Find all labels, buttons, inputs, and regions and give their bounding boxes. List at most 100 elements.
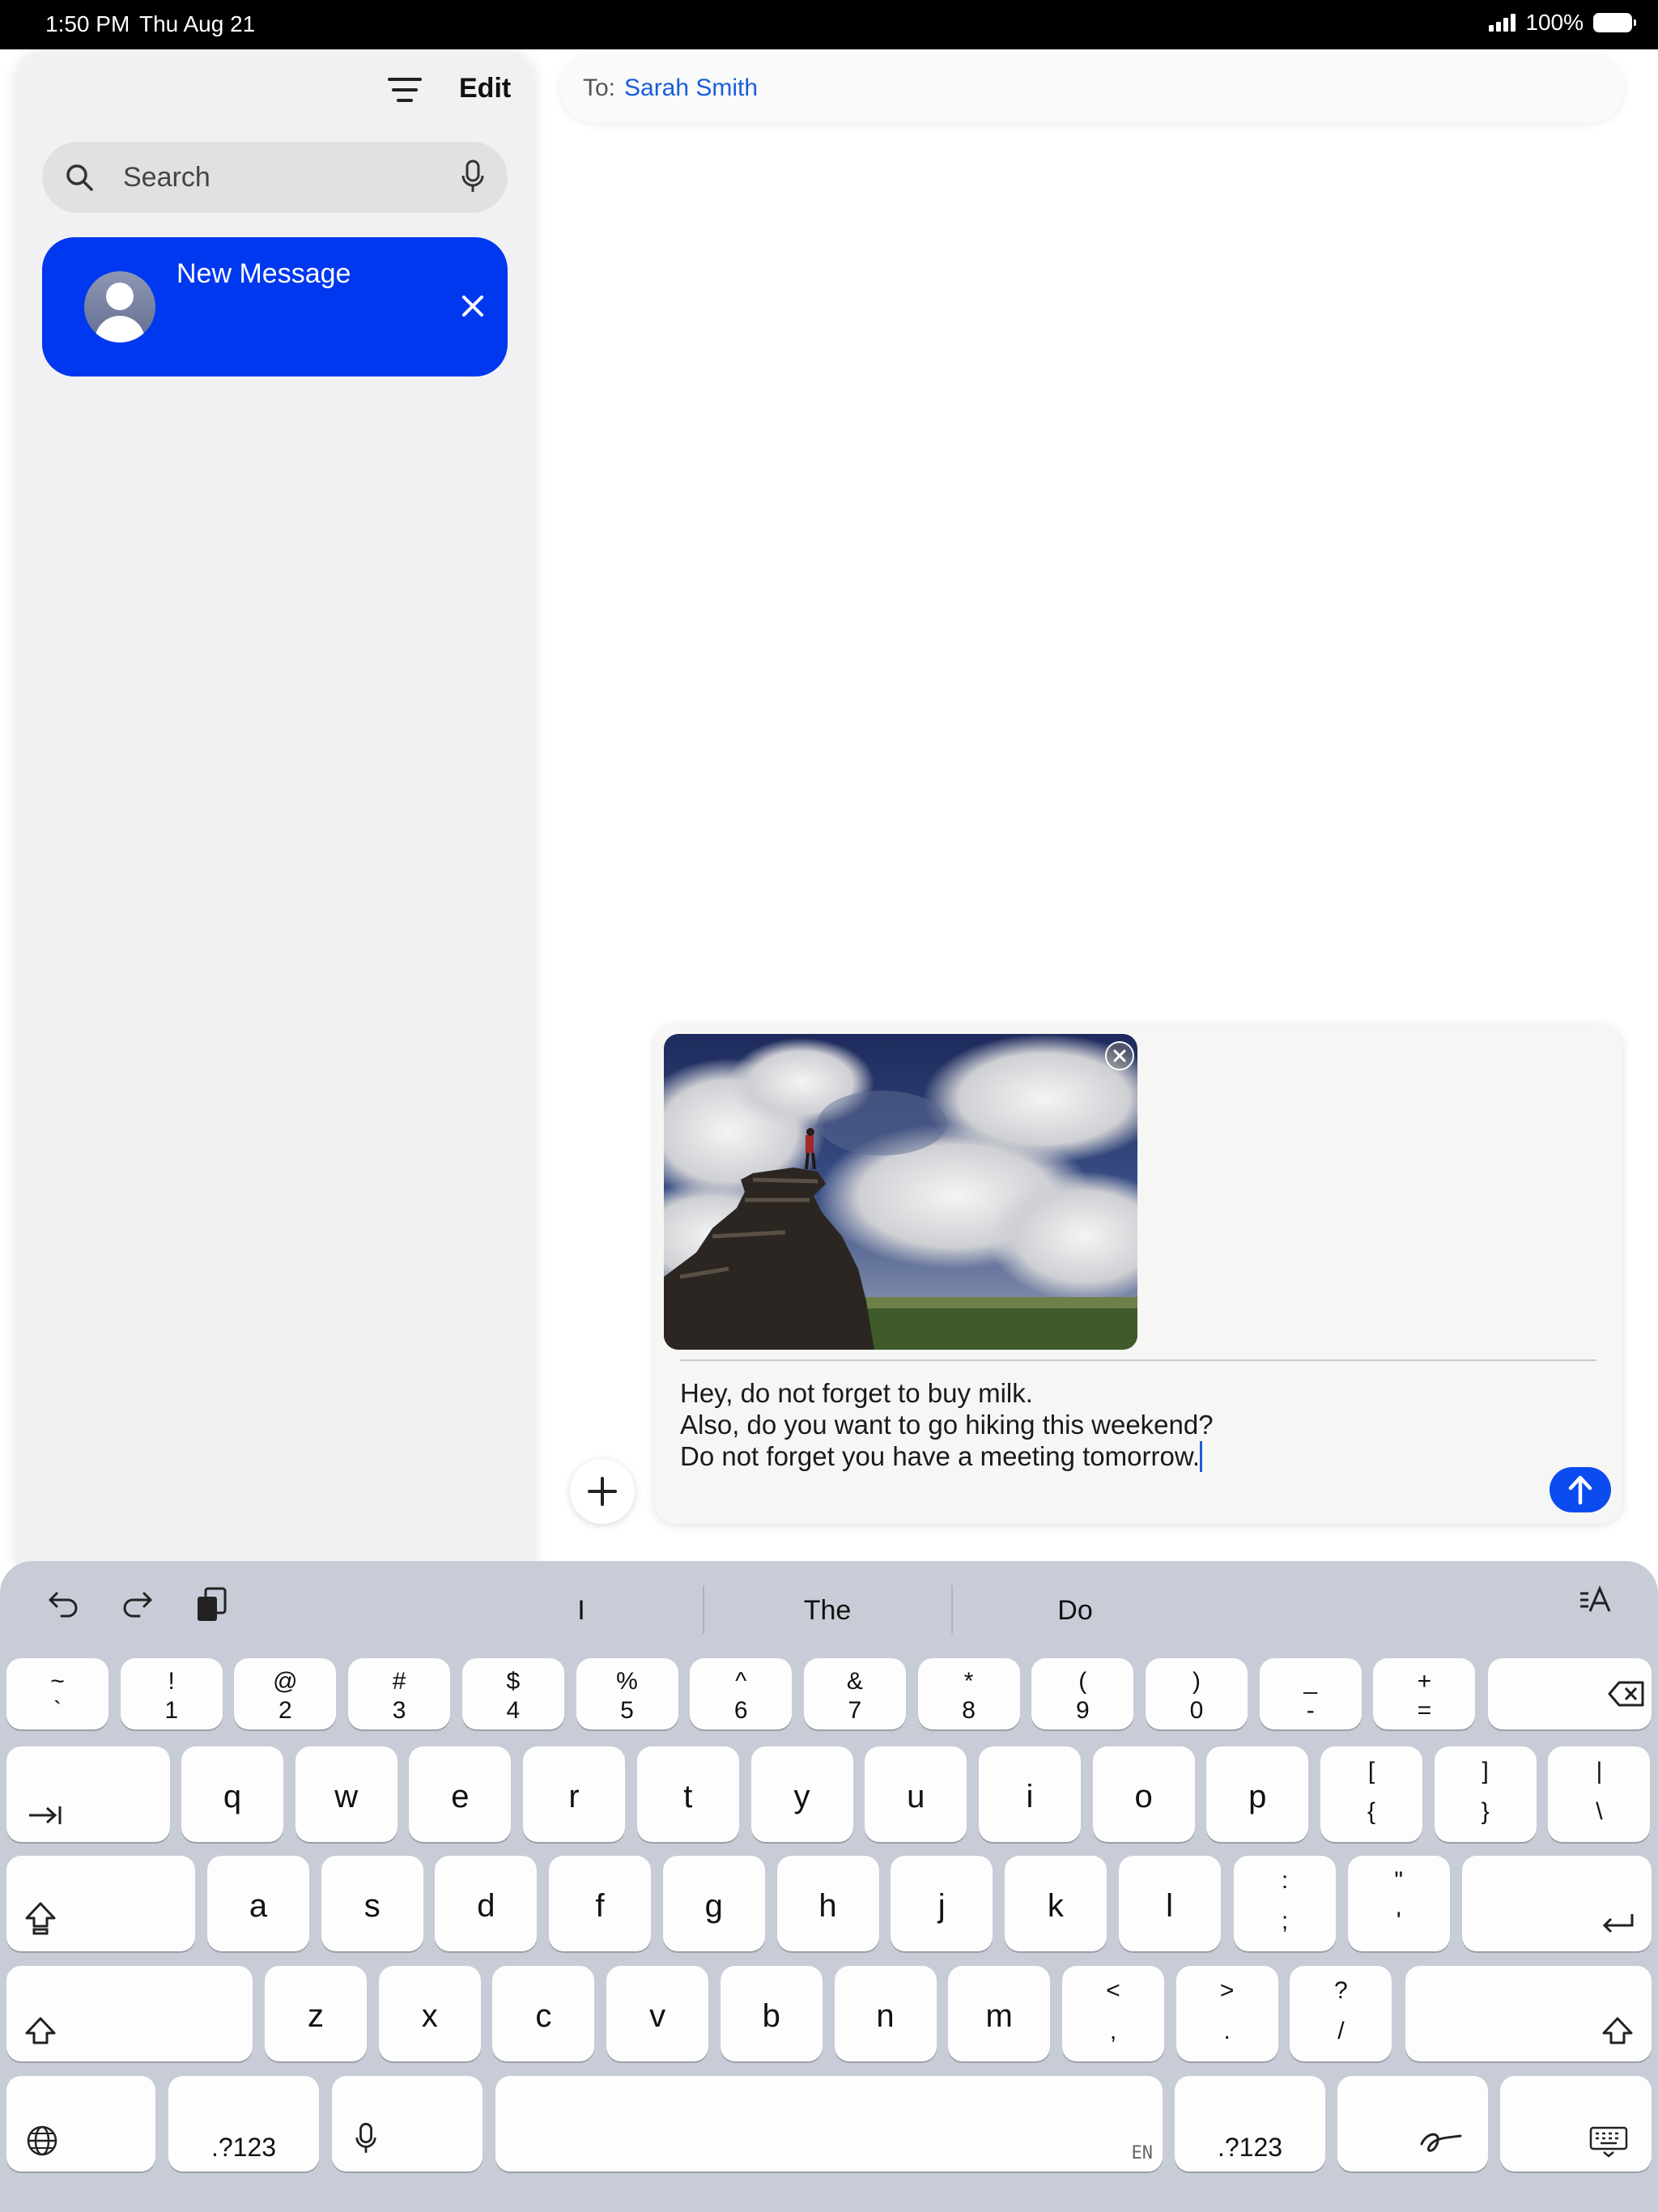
- key-symbol-0[interactable]: [{: [1320, 1746, 1422, 1842]
- key-number-3[interactable]: #3: [348, 1658, 451, 1729]
- suggestion-1[interactable]: I: [500, 1595, 662, 1627]
- message-compose-box[interactable]: Hey, do not forget to buy milk. Also, do…: [654, 1024, 1622, 1524]
- avatar: [84, 271, 155, 342]
- key-z[interactable]: z: [265, 1966, 367, 2061]
- caps-lock-icon: [24, 1901, 57, 1939]
- text-format-icon[interactable]: [1579, 1585, 1614, 1618]
- arrow-up-icon: [1568, 1475, 1592, 1505]
- new-message-title: New Message: [176, 258, 351, 289]
- key-symbol-2[interactable]: | \: [1548, 1746, 1651, 1842]
- dictation-key[interactable]: [332, 2076, 483, 2172]
- tab-key[interactable]: [6, 1746, 170, 1842]
- key-o[interactable]: o: [1092, 1746, 1195, 1842]
- key-n[interactable]: n: [834, 1966, 937, 2061]
- key-number-2[interactable]: @2: [234, 1658, 337, 1729]
- key-letter: n: [876, 1998, 895, 2034]
- key-number-9[interactable]: (9: [1031, 1658, 1134, 1729]
- key-p[interactable]: p: [1206, 1746, 1309, 1842]
- clipboard-icon[interactable]: [194, 1585, 230, 1624]
- suggestion-divider: [951, 1585, 953, 1634]
- numbers-key-right[interactable]: .?123: [1175, 2076, 1325, 2172]
- key-j[interactable]: j: [891, 1856, 993, 1951]
- key-symbol: 7: [848, 1697, 862, 1724]
- key-i[interactable]: i: [978, 1746, 1081, 1842]
- hide-keyboard-key[interactable]: [1500, 2076, 1652, 2172]
- key-r[interactable]: r: [523, 1746, 626, 1842]
- key-q[interactable]: q: [181, 1746, 283, 1842]
- recipient-field[interactable]: To: Sarah Smith: [560, 52, 1624, 123]
- key-b[interactable]: b: [720, 1966, 823, 2061]
- key-symbol-a-1[interactable]: " ': [1347, 1856, 1450, 1951]
- suggestion-2[interactable]: The: [746, 1595, 908, 1627]
- key-number--[interactable]: _ -: [1259, 1658, 1362, 1729]
- redo-icon[interactable]: [120, 1585, 155, 1621]
- battery-icon: [1593, 13, 1636, 32]
- shift-key-right[interactable]: [1405, 1966, 1652, 2061]
- key-number-=[interactable]: + =: [1373, 1658, 1476, 1729]
- key-number-1[interactable]: ! 1: [120, 1658, 223, 1729]
- send-button[interactable]: [1550, 1467, 1611, 1512]
- key-letter: v: [649, 1998, 666, 2034]
- edit-button[interactable]: Edit: [459, 73, 511, 104]
- search-field[interactable]: Search: [42, 142, 508, 213]
- new-message-conversation[interactable]: New Message: [42, 237, 508, 376]
- key-x[interactable]: x: [378, 1966, 481, 2061]
- attached-photo[interactable]: [664, 1034, 1137, 1350]
- key-e[interactable]: e: [409, 1746, 512, 1842]
- key-number-4[interactable]: $4: [461, 1658, 564, 1729]
- key-g[interactable]: g: [662, 1856, 765, 1951]
- key-symbol-a-0[interactable]: :;: [1234, 1856, 1336, 1951]
- space-bar[interactable]: EN: [495, 2076, 1163, 2172]
- key-h[interactable]: h: [776, 1856, 879, 1951]
- key-letter: p: [1248, 1779, 1267, 1814]
- handwriting-icon: [1418, 2128, 1464, 2161]
- caps-lock-key[interactable]: [6, 1856, 195, 1951]
- key-symbol: `: [53, 1697, 62, 1724]
- key-u[interactable]: u: [865, 1746, 967, 1842]
- key-t[interactable]: t: [636, 1746, 739, 1842]
- key-number-6[interactable]: ^ 6: [690, 1658, 793, 1729]
- key-number-8[interactable]: * 8: [917, 1658, 1020, 1729]
- key-f[interactable]: f: [549, 1856, 652, 1951]
- key-shift-symbol: ^: [735, 1668, 747, 1695]
- key-a[interactable]: a: [207, 1856, 309, 1951]
- handwriting-key[interactable]: [1337, 2076, 1488, 2172]
- key-symbol-z-0[interactable]: <,: [1062, 1966, 1164, 2061]
- key-symbol: ,: [1109, 2018, 1117, 2044]
- remove-attachment-icon[interactable]: [1104, 1040, 1135, 1071]
- key-symbol-z-2[interactable]: ? /: [1290, 1966, 1392, 2061]
- filter-icon[interactable]: [387, 76, 423, 104]
- return-key[interactable]: [1462, 1856, 1652, 1951]
- status-bar: 1:50 PM Thu Aug 21 100%: [0, 0, 1658, 49]
- message-text-input[interactable]: Hey, do not forget to buy milk. Also, do…: [680, 1377, 1214, 1472]
- key-symbol: {: [1367, 1798, 1376, 1825]
- suggestion-3[interactable]: Do: [994, 1595, 1156, 1627]
- key-number-7[interactable]: & 7: [803, 1658, 906, 1729]
- recipient-name[interactable]: Sarah Smith: [624, 74, 758, 102]
- key-symbol-1[interactable]: ]}: [1434, 1746, 1537, 1842]
- add-attachment-button[interactable]: [570, 1459, 635, 1524]
- key-number-0[interactable]: ) 0: [1146, 1658, 1248, 1729]
- key-l[interactable]: l: [1118, 1856, 1221, 1951]
- close-icon[interactable]: [461, 294, 485, 318]
- key-letter: z: [308, 1998, 324, 2034]
- key-s[interactable]: s: [321, 1856, 423, 1951]
- key-number-`[interactable]: ~ `: [6, 1658, 108, 1729]
- key-number-5[interactable]: % 5: [576, 1658, 678, 1729]
- microphone-icon[interactable]: [461, 160, 485, 195]
- key-d[interactable]: d: [435, 1856, 538, 1951]
- key-k[interactable]: k: [1004, 1856, 1107, 1951]
- key-v[interactable]: v: [606, 1966, 709, 2061]
- shift-key-left[interactable]: [6, 1966, 253, 2061]
- key-letter: g: [704, 1888, 723, 1924]
- delete-key[interactable]: [1488, 1658, 1652, 1729]
- key-y[interactable]: y: [750, 1746, 853, 1842]
- globe-key[interactable]: [6, 2076, 155, 2172]
- key-w[interactable]: w: [295, 1746, 397, 1842]
- numbers-key-left[interactable]: .?123: [168, 2076, 319, 2172]
- key-m[interactable]: m: [948, 1966, 1051, 2061]
- undo-icon[interactable]: [45, 1585, 81, 1621]
- key-symbol: \: [1596, 1798, 1603, 1825]
- key-c[interactable]: c: [492, 1966, 595, 2061]
- key-symbol-z-1[interactable]: >.: [1175, 1966, 1278, 2061]
